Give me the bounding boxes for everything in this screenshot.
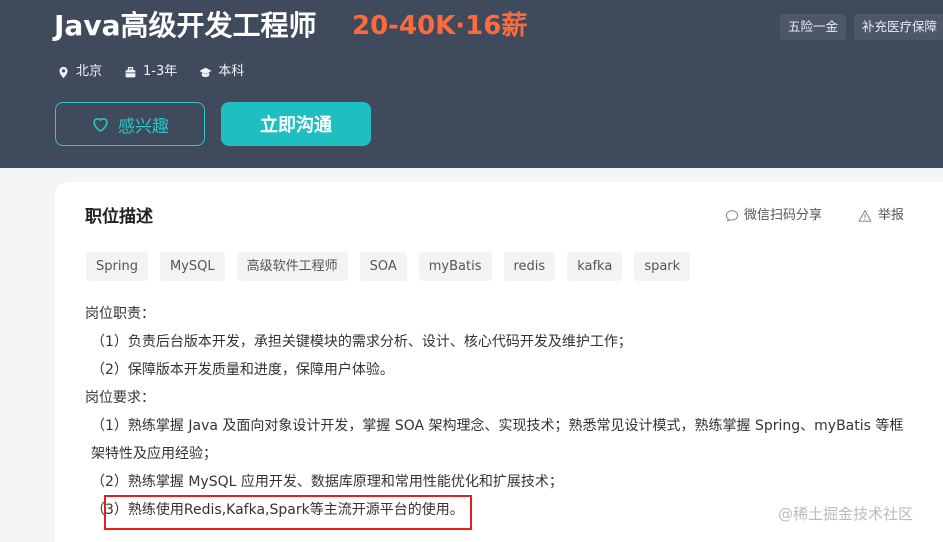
skill-tag[interactable]: redis (503, 252, 556, 281)
briefcase-icon (125, 66, 136, 77)
share-label: 微信扫码分享 (744, 208, 823, 223)
meta-education: 本科 (199, 62, 244, 82)
watermark: @稀土掘金技术社区 (778, 505, 914, 523)
skill-tag[interactable]: myBatis (418, 252, 492, 281)
benefits-list: 五险一金 补充医疗保障 (780, 14, 943, 40)
chat-now-button[interactable]: 立即沟通 (221, 102, 371, 146)
job-header: Java高级开发工程师 20-40K·16薪 五险一金 补充医疗保障 北京 1-… (0, 0, 943, 168)
meta-education-text: 本科 (218, 64, 245, 79)
job-description-text: 岗位职责： （1）负责后台版本开发，承担关键模块的需求分析、设计、核心代码开发及… (85, 300, 915, 524)
meta-location-text: 北京 (76, 64, 103, 79)
benefit-tag: 补充医疗保障 (854, 14, 943, 40)
interest-button[interactable]: 感兴趣 (55, 102, 205, 146)
meta-experience-text: 1-3年 (143, 64, 178, 79)
description-heading: 岗位要求： (85, 390, 155, 406)
benefit-tag: 五险一金 (780, 14, 847, 40)
location-icon (59, 66, 68, 78)
skill-tag[interactable]: MySQL (159, 252, 225, 281)
report-label: 举报 (878, 208, 905, 223)
description-line: （2）熟练掌握 MySQL 应用开发、数据库原理和常用性能优化和扩展技术； (91, 474, 563, 490)
report-button[interactable]: 举报 (858, 207, 904, 225)
skill-tag[interactable]: 高级软件工程师 (236, 252, 348, 281)
chat-bubble-icon (725, 210, 739, 222)
warning-icon (858, 210, 872, 222)
chat-now-button-label: 立即沟通 (260, 115, 332, 136)
heart-icon (93, 117, 108, 132)
description-heading: 岗位职责： (85, 306, 155, 322)
salary: 20-40K·16薪 (352, 11, 528, 41)
meta-location: 北京 (57, 62, 102, 82)
graduation-cap-icon (199, 67, 212, 77)
job-meta: 北京 1-3年 本科 (57, 62, 244, 82)
job-description-card: 职位描述 微信扫码分享 举报 Spring MySQL 高级软件工程师 SOA … (55, 182, 943, 542)
meta-experience: 1-3年 (124, 62, 177, 82)
section-title: 职位描述 (85, 207, 153, 227)
job-title: Java高级开发工程师 (54, 9, 317, 42)
description-line: （1）负责后台版本开发，承担关键模块的需求分析、设计、核心代码开发及维护工作； (91, 334, 632, 350)
skill-tag[interactable]: Spring (86, 252, 148, 281)
description-line: （1）熟练掌握 Java 及面向对象设计开发，掌握 SOA 架构理念、实现技术；… (91, 418, 904, 462)
skill-tag[interactable]: SOA (359, 252, 407, 281)
skill-tag[interactable]: spark (634, 252, 691, 281)
interest-button-label: 感兴趣 (118, 116, 169, 137)
wechat-share-button[interactable]: 微信扫码分享 (725, 207, 822, 225)
skill-tags: Spring MySQL 高级软件工程师 SOA myBatis redis k… (86, 252, 691, 281)
highlight-annotation-box (104, 495, 472, 530)
description-line: （2）保障版本开发质量和进度，保障用户体验。 (91, 362, 394, 378)
skill-tag[interactable]: kafka (567, 252, 623, 281)
